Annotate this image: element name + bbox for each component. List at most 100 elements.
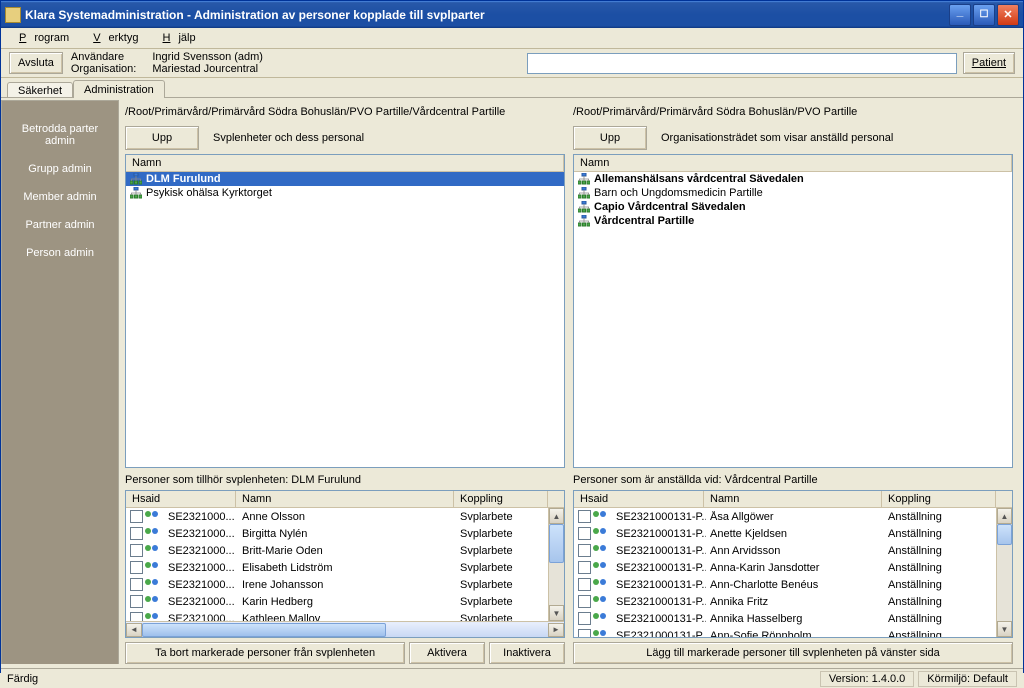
cell-koppling: Svplarbete: [456, 528, 548, 540]
people-icon: [593, 596, 609, 608]
right-col-namn[interactable]: Namn: [704, 491, 882, 507]
scroll-down-icon[interactable]: ▼: [549, 605, 564, 621]
person-checkbox[interactable]: [130, 510, 143, 523]
remove-persons-button[interactable]: Ta bort markerade personer från svplenhe…: [125, 642, 405, 664]
organisation-value: Mariestad Jourcentral: [152, 63, 263, 75]
person-checkbox[interactable]: [130, 561, 143, 574]
person-row[interactable]: SE2321000131-P...Ann-Sofie RönnholmAnstä…: [574, 627, 996, 637]
tree-item[interactable]: Capio Vårdcentral Sävedalen: [574, 200, 1012, 214]
person-checkbox[interactable]: [578, 544, 591, 557]
cell-hsaid: SE2321000...: [164, 562, 238, 574]
person-row[interactable]: SE2321000...Birgitta NylénSvplarbete: [126, 525, 548, 542]
left-people-hscroll[interactable]: ◄ ►: [126, 621, 564, 637]
side-nav-item[interactable]: Grupp admin: [2, 155, 118, 183]
right-col-koppling[interactable]: Koppling: [882, 491, 996, 507]
people-icon: [145, 579, 161, 591]
left-tree[interactable]: DLM FurulundPsykisk ohälsa Kyrktorget: [126, 172, 564, 467]
person-checkbox[interactable]: [578, 595, 591, 608]
left-tree-header-namn[interactable]: Namn: [126, 155, 564, 171]
status-bar: Färdig Version: 1.4.0.0 Körmiljö: Defaul…: [1, 668, 1023, 688]
person-row[interactable]: SE2321000...Irene JohanssonSvplarbete: [126, 576, 548, 593]
person-row[interactable]: SE2321000131-P...Annika FritzAnställning: [574, 593, 996, 610]
tree-item[interactable]: DLM Furulund: [126, 172, 564, 186]
person-row[interactable]: SE2321000...Kathleen MalloySvplarbete: [126, 610, 548, 621]
cell-hsaid: SE2321000131-P...: [612, 545, 706, 557]
right-col-hsaid[interactable]: Hsaid: [574, 491, 704, 507]
cell-hsaid: SE2321000131-P...: [612, 613, 706, 625]
side-nav-item[interactable]: Partner admin: [2, 211, 118, 239]
person-row[interactable]: SE2321000131-P...Annika HasselbergAnstäl…: [574, 610, 996, 627]
left-people-vscroll[interactable]: ▲ ▼: [548, 508, 564, 621]
person-checkbox[interactable]: [578, 527, 591, 540]
person-checkbox[interactable]: [578, 612, 591, 625]
window-close-button[interactable]: [997, 4, 1019, 26]
person-checkbox[interactable]: [578, 578, 591, 591]
avsluta-button[interactable]: Avsluta: [9, 52, 63, 74]
cell-hsaid: SE2321000131-P...: [612, 630, 706, 638]
tree-item[interactable]: Vårdcentral Partille: [574, 214, 1012, 228]
tab-sakerhet[interactable]: Säkerhet: [7, 82, 73, 98]
menu-hjalp[interactable]: Hjälp: [147, 30, 204, 46]
add-persons-button[interactable]: Lägg till markerade personer till svplen…: [573, 642, 1013, 664]
right-tree-header-namn[interactable]: Namn: [574, 155, 1012, 171]
left-col-koppling[interactable]: Koppling: [454, 491, 548, 507]
person-row[interactable]: SE2321000131-P...Anna-Karin JansdotterAn…: [574, 559, 996, 576]
menu-program[interactable]: Program: [3, 30, 77, 46]
scroll-up-icon[interactable]: ▲: [997, 508, 1012, 524]
cell-koppling: Svplarbete: [456, 511, 548, 523]
side-nav-item[interactable]: Person admin: [2, 239, 118, 267]
person-checkbox[interactable]: [578, 510, 591, 523]
right-people-vscroll[interactable]: ▲ ▼: [996, 508, 1012, 637]
tree-item[interactable]: Allemanshälsans vårdcentral Sävedalen: [574, 172, 1012, 186]
window-titlebar: Klara Systemadministration - Administrat…: [1, 1, 1023, 28]
left-panel: /Root/Primärvård/Primärvård Södra Bohusl…: [125, 100, 565, 664]
person-row[interactable]: SE2321000...Anne OlssonSvplarbete: [126, 508, 548, 525]
person-checkbox[interactable]: [130, 612, 143, 621]
left-people-table: Hsaid Namn Koppling SE2321000...Anne Ols…: [125, 490, 565, 638]
window-maximize-button[interactable]: [973, 4, 995, 26]
cell-hsaid: SE2321000...: [164, 545, 238, 557]
person-row[interactable]: SE2321000131-P...Anette KjeldsenAnställn…: [574, 525, 996, 542]
side-nav-item[interactable]: Betrodda parter admin: [2, 115, 118, 155]
person-row[interactable]: SE2321000131-P...Ann ArvidssonAnställnin…: [574, 542, 996, 559]
person-checkbox[interactable]: [130, 527, 143, 540]
tab-administration[interactable]: Administration: [73, 80, 165, 98]
scroll-down-icon[interactable]: ▼: [997, 621, 1012, 637]
right-tree[interactable]: Allemanshälsans vårdcentral SävedalenBar…: [574, 172, 1012, 467]
tree-item[interactable]: Barn och Ungdomsmedicin Partille: [574, 186, 1012, 200]
right-upp-button[interactable]: Upp: [573, 126, 647, 150]
anvandare-label: Användare: [71, 51, 136, 63]
person-row[interactable]: SE2321000131-P...Ann-Charlotte BenéusAns…: [574, 576, 996, 593]
left-upp-button[interactable]: Upp: [125, 126, 199, 150]
person-row[interactable]: SE2321000131-P...Åsa AllgöwerAnställning: [574, 508, 996, 525]
right-caption: Organisationsträdet som visar anställd p…: [661, 132, 893, 144]
inaktivera-button[interactable]: Inaktivera: [489, 642, 565, 664]
scroll-right-icon[interactable]: ►: [548, 623, 564, 637]
person-checkbox[interactable]: [130, 595, 143, 608]
people-icon: [145, 511, 161, 523]
cell-namn: Åsa Allgöwer: [706, 511, 884, 523]
person-checkbox[interactable]: [130, 544, 143, 557]
person-row[interactable]: SE2321000...Karin HedbergSvplarbete: [126, 593, 548, 610]
toolbar: Avsluta Användare Ingrid Svensson (adm) …: [1, 48, 1023, 78]
person-checkbox[interactable]: [578, 629, 591, 637]
person-row[interactable]: SE2321000...Britt-Marie OdenSvplarbete: [126, 542, 548, 559]
left-col-hsaid[interactable]: Hsaid: [126, 491, 236, 507]
scroll-left-icon[interactable]: ◄: [126, 623, 142, 637]
cell-namn: Karin Hedberg: [238, 596, 456, 608]
aktivera-button[interactable]: Aktivera: [409, 642, 485, 664]
tree-item[interactable]: Psykisk ohälsa Kyrktorget: [126, 186, 564, 200]
patient-button[interactable]: Patient: [963, 52, 1015, 74]
side-nav-item[interactable]: Member admin: [2, 183, 118, 211]
person-checkbox[interactable]: [130, 578, 143, 591]
org-chart-icon: [130, 173, 142, 185]
left-col-namn[interactable]: Namn: [236, 491, 454, 507]
cell-namn: Irene Johansson: [238, 579, 456, 591]
menu-verktyg[interactable]: Verktyg: [77, 30, 146, 46]
person-row[interactable]: SE2321000...Elisabeth LidströmSvplarbete: [126, 559, 548, 576]
scroll-up-icon[interactable]: ▲: [549, 508, 564, 524]
patient-input[interactable]: [527, 53, 957, 74]
window-minimize-button[interactable]: [949, 4, 971, 26]
person-checkbox[interactable]: [578, 561, 591, 574]
cell-namn: Birgitta Nylén: [238, 528, 456, 540]
